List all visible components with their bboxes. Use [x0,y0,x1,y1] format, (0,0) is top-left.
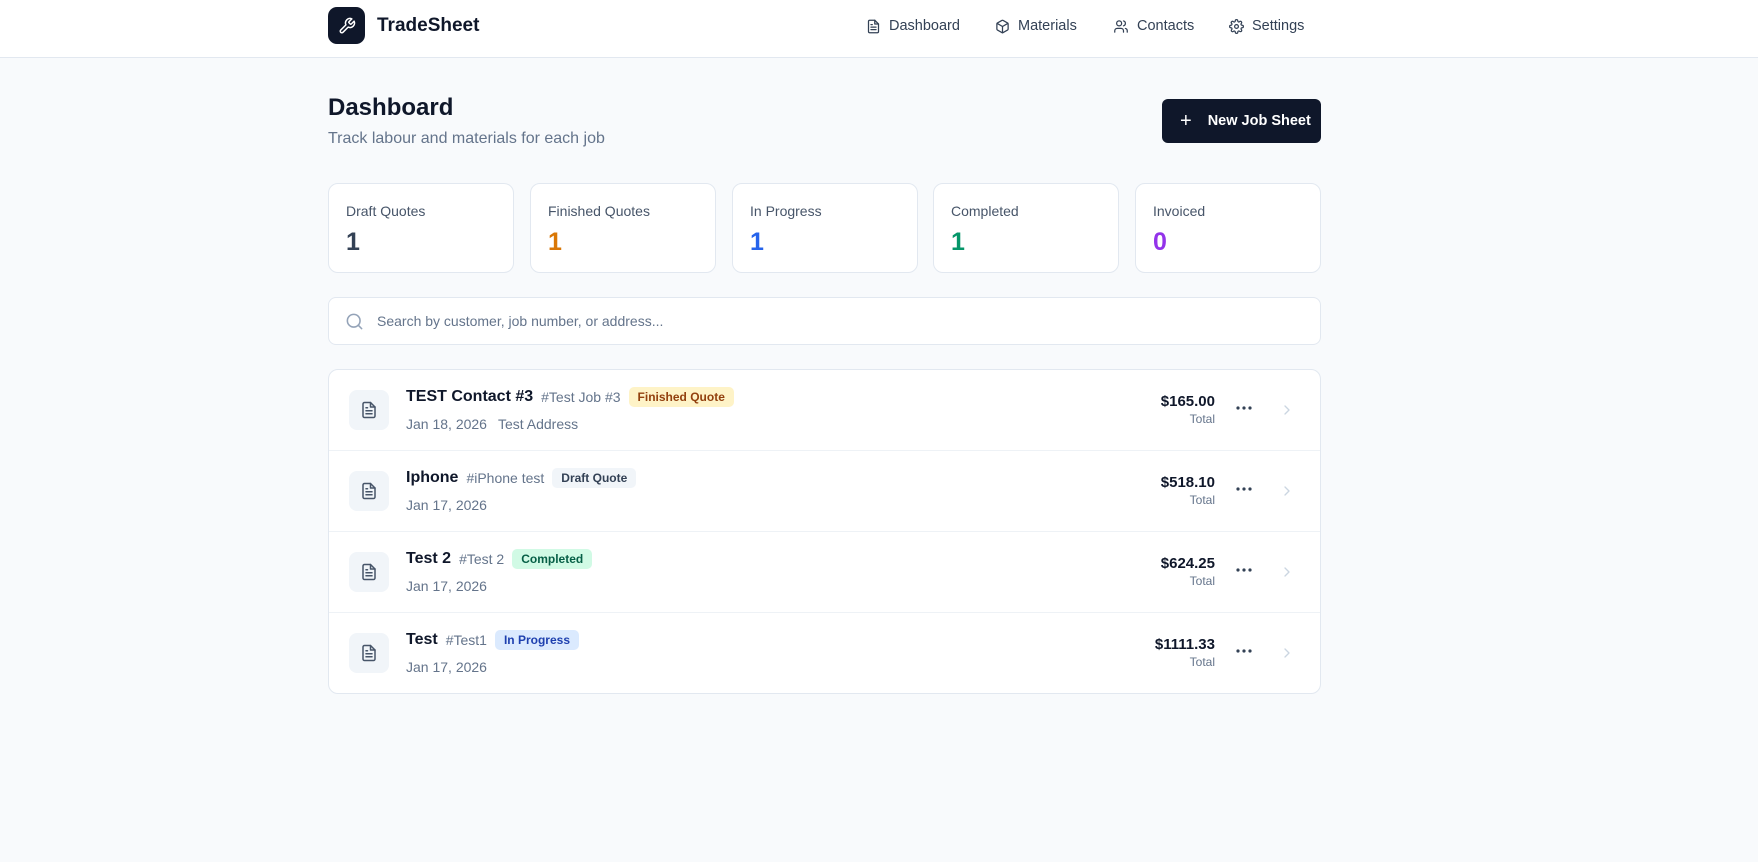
brand-name: TradeSheet [377,14,480,36]
job-date: Jan 17, 2026 [406,659,487,675]
job-total-label: Total [1189,493,1215,507]
wrench-icon [328,7,365,44]
job-number: #iPhone test [466,470,545,486]
more-options-icon[interactable] [1234,641,1254,661]
page-subtitle: Track labour and materials for each job [328,130,605,147]
file-icon [867,19,880,33]
document-icon [349,633,389,673]
job-meta: Jan 18, 2026 Test Address [406,416,578,432]
nav-label-settings: Settings [1252,18,1305,34]
new-job-sheet-label: New Job Sheet [1207,113,1311,129]
job-amount: $1111.33 Total [1155,636,1215,669]
job-total-value: $518.10 [1160,474,1215,491]
new-job-sheet-button[interactable]: + New Job Sheet [1162,99,1321,143]
plus-icon: + [1180,110,1192,132]
document-icon [349,552,389,592]
stat-card-in-progress: In Progress 1 [732,183,918,273]
stat-label: Draft Quotes [346,203,426,219]
brand[interactable]: TradeSheet [328,7,479,44]
top-navigation-bar: TradeSheet Dashboard Materials Contacts … [0,0,1758,58]
search-bar [328,297,1321,345]
stat-card-draft-quotes: Draft Quotes 1 [328,183,514,273]
nav-item-dashboard[interactable]: Dashboard [866,11,960,41]
gear-icon [1229,18,1244,34]
job-row[interactable]: TEST Contact #3 #Test Job #3 Finished Qu… [329,370,1320,451]
job-total-label: Total [1189,574,1215,588]
job-customer-name: Test [406,631,438,648]
job-number: #Test1 [445,632,487,648]
job-customer-name: Test 2 [406,550,452,567]
job-row[interactable]: Test 2 #Test 2 Completed Jan 17, 2026 $6… [329,532,1320,613]
job-number: #Test Job #3 [541,389,621,405]
job-amount: $165.00 Total [1161,393,1215,426]
document-icon [349,390,389,430]
job-total-value: $165.00 [1160,393,1215,410]
job-row[interactable]: Test #Test1 In Progress Jan 17, 2026 $11… [329,613,1320,693]
job-amount: $518.10 Total [1161,474,1215,507]
stat-value: 1 [951,228,965,256]
nav-label-dashboard: Dashboard [889,18,960,34]
stat-label: In Progress [750,203,822,219]
job-title-line: Test 2 #Test 2 Completed [406,549,593,569]
chevron-right-icon [1284,405,1290,415]
stat-label: Finished Quotes [548,203,650,219]
status-badge: Finished Quote [628,387,734,407]
nav-item-materials[interactable]: Materials [995,11,1077,41]
job-customer-name: TEST Contact #3 [406,388,534,405]
job-meta: Jan 17, 2026 [406,578,487,594]
status-badge: In Progress [494,630,579,650]
stat-card-completed: Completed 1 [933,183,1119,273]
stat-label: Invoiced [1153,203,1206,219]
job-total-label: Total [1189,412,1215,426]
document-icon [349,471,389,511]
status-badge: Completed [512,549,593,569]
stat-value: 0 [1153,228,1167,256]
job-total-value: $1111.33 [1154,636,1215,653]
job-customer-name: Iphone [406,469,459,486]
job-meta: Jan 17, 2026 [406,497,487,513]
box-icon [996,19,1009,33]
nav-item-contacts[interactable]: Contacts [1113,11,1194,41]
page-title: Dashboard [328,94,454,121]
job-row[interactable]: Iphone #iPhone test Draft Quote Jan 17, … [329,451,1320,532]
job-list: TEST Contact #3 #Test Job #3 Finished Qu… [328,369,1321,694]
job-meta: Jan 17, 2026 [406,659,487,675]
stat-label: Completed [951,203,1019,219]
job-title-line: TEST Contact #3 #Test Job #3 Finished Qu… [406,387,734,407]
job-title-line: Test #Test1 In Progress [406,630,579,650]
search-icon [346,313,363,330]
chevron-right-icon [1284,486,1290,496]
nav-label-contacts: Contacts [1137,18,1195,34]
nav-item-settings[interactable]: Settings [1229,11,1304,41]
chevron-right-icon [1284,567,1290,577]
job-title-line: Iphone #iPhone test Draft Quote [406,468,637,488]
job-date: Jan 17, 2026 [406,497,487,513]
job-date: Jan 18, 2026 [406,416,487,432]
search-input[interactable] [377,298,1297,344]
more-options-icon[interactable] [1234,560,1254,580]
job-date: Jan 17, 2026 [406,578,487,594]
stat-card-finished-quotes: Finished Quotes 1 [530,183,716,273]
job-total-label: Total [1189,655,1215,669]
stat-value: 1 [548,228,562,256]
stat-value: 1 [750,228,764,256]
users-icon [1114,19,1128,33]
job-total-value: $624.25 [1160,555,1215,572]
status-badge: Draft Quote [552,468,637,488]
nav-label-materials: Materials [1018,18,1077,34]
more-options-icon[interactable] [1234,479,1254,499]
stat-value: 1 [346,228,360,256]
job-address: Test Address [497,416,579,432]
job-amount: $624.25 Total [1161,555,1215,588]
stat-card-invoiced: Invoiced 0 [1135,183,1321,273]
more-options-icon[interactable] [1234,398,1254,418]
job-number: #Test 2 [459,551,505,567]
chevron-right-icon [1284,648,1290,658]
